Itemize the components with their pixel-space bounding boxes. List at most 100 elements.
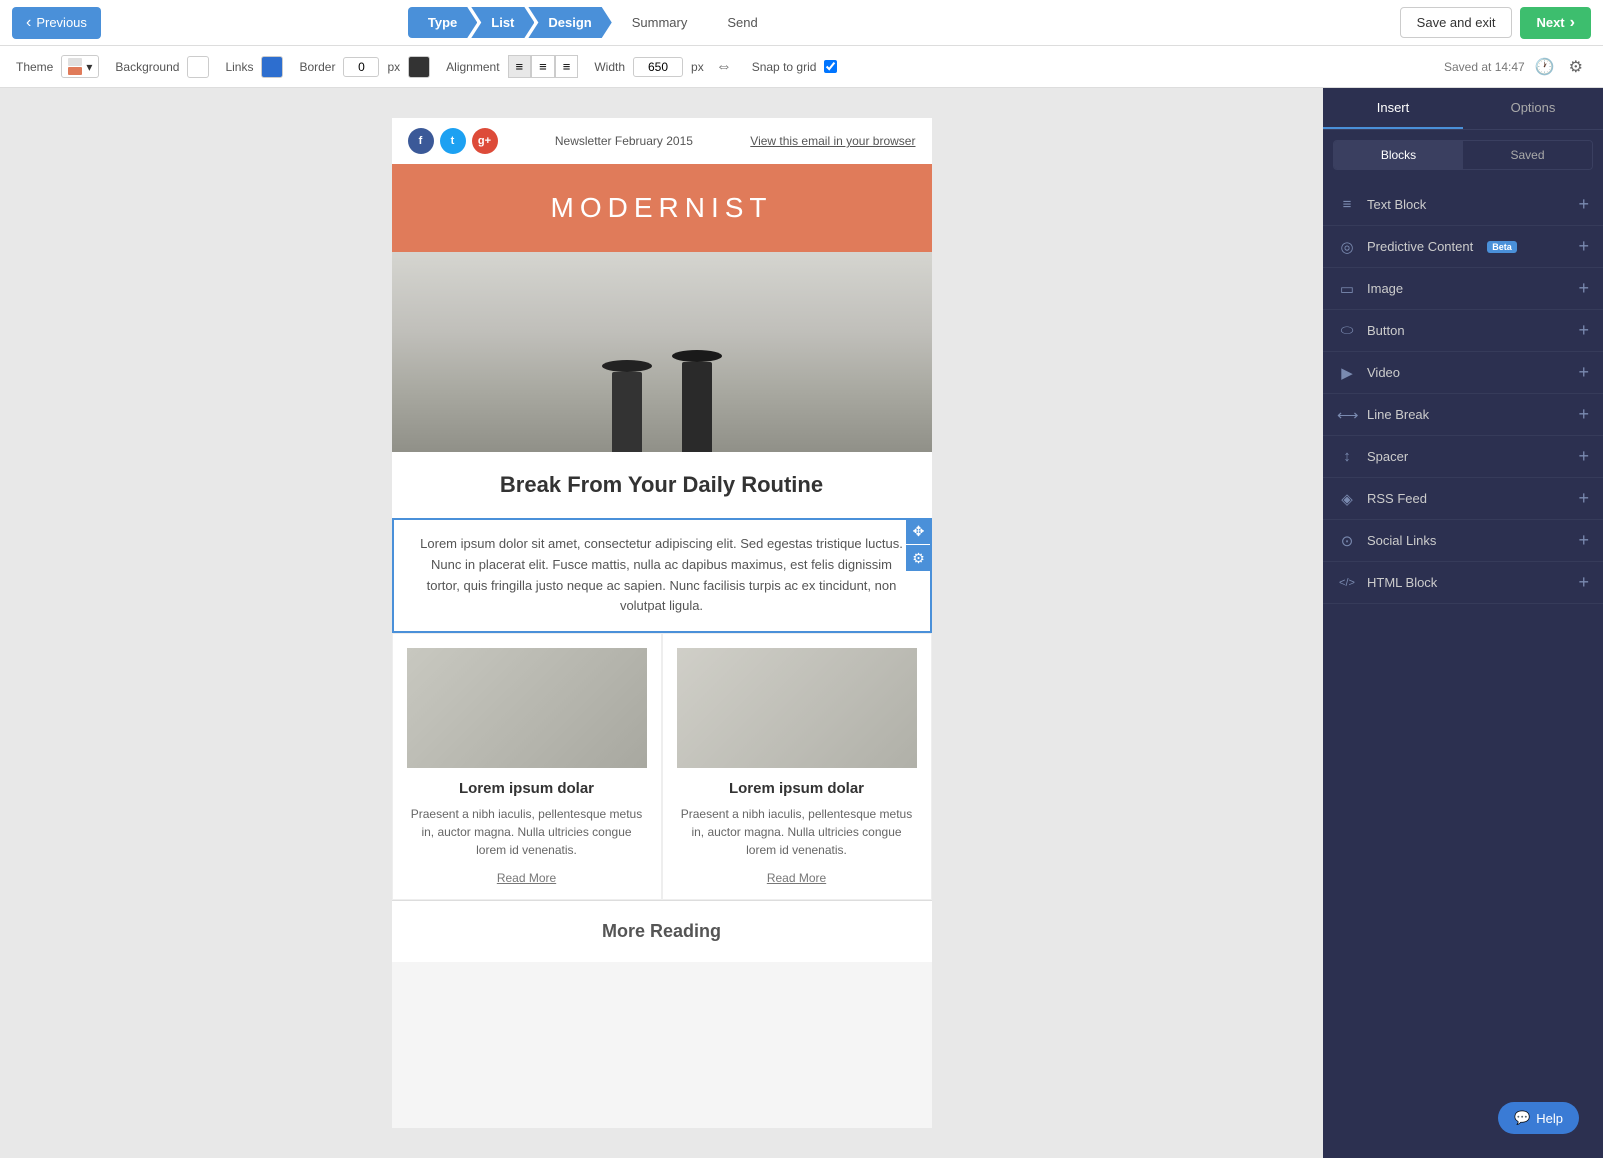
email-footer: More Reading: [392, 901, 932, 962]
block-item-left-rss: ◈ RSS Feed: [1337, 490, 1427, 508]
tab-saved[interactable]: Saved: [1463, 141, 1592, 169]
social-icon-block: ⊙: [1337, 532, 1357, 550]
alignment-label: Alignment: [446, 60, 499, 74]
sidebar: Insert Options Blocks Saved ≡ Text Block…: [1323, 88, 1603, 1158]
save-exit-button[interactable]: Save and exit: [1400, 7, 1513, 38]
text-block-label: Text Block: [1367, 197, 1426, 212]
col2-read-more-link[interactable]: Read More: [767, 871, 826, 885]
tab-insert[interactable]: Insert: [1323, 88, 1463, 129]
step-list[interactable]: List: [471, 7, 534, 38]
button-label: Button: [1367, 323, 1405, 338]
html-icon: </>: [1337, 577, 1357, 589]
history-icon[interactable]: 🕐: [1531, 55, 1559, 79]
theme-swatch-light: [68, 58, 82, 66]
block-item-left-social: ⊙ Social Links: [1337, 532, 1436, 550]
spacer-label: Spacer: [1367, 449, 1408, 464]
width-expand-button[interactable]: ⇔: [712, 56, 736, 78]
twitter-icon[interactable]: t: [440, 128, 466, 154]
nav-steps: Type List Design Summary Send: [412, 7, 778, 38]
border-unit: px: [387, 60, 400, 74]
block-item-spacer[interactable]: ↕ Spacer +: [1323, 436, 1603, 478]
top-nav: Previous Type List Design Summary Send S…: [0, 0, 1603, 46]
block-list: ≡ Text Block + ◎ Predictive Content Beta…: [1323, 180, 1603, 1078]
step-summary[interactable]: Summary: [612, 7, 708, 38]
align-right-button[interactable]: ≡: [555, 55, 579, 78]
width-group: Width px ⇔: [594, 56, 735, 78]
next-button[interactable]: Next: [1520, 7, 1591, 39]
block-item-left-predictive: ◎ Predictive Content Beta: [1337, 238, 1517, 256]
col1-read-more-link[interactable]: Read More: [497, 871, 556, 885]
step-send[interactable]: Send: [707, 7, 777, 38]
col2-title: Lorem ipsum dolar: [677, 780, 917, 797]
block-item-left-video: ▶ Video: [1337, 364, 1400, 382]
block-item-html[interactable]: </> HTML Block +: [1323, 562, 1603, 604]
block-item-rss[interactable]: ◈ RSS Feed +: [1323, 478, 1603, 520]
tab-options[interactable]: Options: [1463, 88, 1603, 129]
email-text-block[interactable]: Lorem ipsum dolor sit amet, consectetur …: [392, 518, 932, 633]
email-headline: Break From Your Daily Routine: [392, 452, 932, 518]
block-item-image[interactable]: ▭ Image +: [1323, 268, 1603, 310]
help-button[interactable]: 💬 Help: [1498, 1102, 1579, 1134]
rss-icon: ◈: [1337, 490, 1357, 508]
email-hero-image: [392, 252, 932, 452]
links-color-swatch[interactable]: [261, 56, 283, 78]
theme-group: Theme ▾: [16, 55, 99, 78]
block-item-left-image: ▭ Image: [1337, 280, 1403, 298]
block-item-predictive[interactable]: ◎ Predictive Content Beta +: [1323, 226, 1603, 268]
image-add-icon[interactable]: +: [1578, 278, 1589, 299]
email-columns: Lorem ipsum dolar Praesent a nibh iaculi…: [392, 633, 932, 900]
googleplus-icon[interactable]: g+: [472, 128, 498, 154]
line-break-label: Line Break: [1367, 407, 1429, 422]
col1-title: Lorem ipsum dolar: [407, 780, 647, 797]
block-item-text-block[interactable]: ≡ Text Block +: [1323, 184, 1603, 226]
snap-checkbox[interactable]: [824, 60, 837, 73]
block-item-button[interactable]: ⬭ Button +: [1323, 310, 1603, 352]
col2-image: [677, 648, 917, 768]
block-item-left-line-break: ⟷ Line Break: [1337, 406, 1429, 424]
block-item-social[interactable]: ⊙ Social Links +: [1323, 520, 1603, 562]
links-label: Links: [225, 60, 253, 74]
facebook-icon[interactable]: f: [408, 128, 434, 154]
width-label: Width: [594, 60, 625, 74]
rss-add-icon[interactable]: +: [1578, 488, 1589, 509]
spacer-add-icon[interactable]: +: [1578, 446, 1589, 467]
block-item-video[interactable]: ▶ Video +: [1323, 352, 1603, 394]
rss-label: RSS Feed: [1367, 491, 1427, 506]
block-item-line-break[interactable]: ⟷ Line Break +: [1323, 394, 1603, 436]
email-container: f t g+ Newsletter February 2015 View thi…: [392, 118, 932, 1128]
video-add-icon[interactable]: +: [1578, 362, 1589, 383]
view-email-link[interactable]: View this email in your browser: [750, 134, 915, 148]
align-left-button[interactable]: ≡: [508, 55, 532, 78]
tab-blocks[interactable]: Blocks: [1334, 141, 1463, 169]
text-block-add-icon[interactable]: +: [1578, 194, 1589, 215]
step-type[interactable]: Type: [408, 7, 477, 38]
theme-selector[interactable]: ▾: [61, 55, 99, 78]
line-break-add-icon[interactable]: +: [1578, 404, 1589, 425]
border-color-swatch[interactable]: [408, 56, 430, 78]
block-item-left-spacer: ↕ Spacer: [1337, 448, 1408, 465]
image-label: Image: [1367, 281, 1403, 296]
snap-group: Snap to grid: [752, 60, 838, 74]
width-input[interactable]: [633, 57, 683, 77]
background-group: Background: [115, 56, 209, 78]
col1-image: [407, 648, 647, 768]
social-label: Social Links: [1367, 533, 1436, 548]
block-tabs: Blocks Saved: [1333, 140, 1593, 170]
block-item-left-button: ⬭ Button: [1337, 322, 1405, 339]
block-settings-button[interactable]: ⚙: [906, 545, 932, 571]
html-add-icon[interactable]: +: [1578, 572, 1589, 593]
email-body-text: Lorem ipsum dolor sit amet, consectetur …: [420, 536, 903, 613]
snap-label: Snap to grid: [752, 60, 817, 74]
step-design[interactable]: Design: [528, 7, 611, 38]
previous-button[interactable]: Previous: [12, 7, 101, 39]
links-group: Links: [225, 56, 283, 78]
background-color-swatch[interactable]: [187, 56, 209, 78]
settings-icon[interactable]: ⚙: [1565, 55, 1587, 79]
border-input[interactable]: [343, 57, 379, 77]
align-center-button[interactable]: ≡: [531, 55, 555, 78]
predictive-add-icon[interactable]: +: [1578, 236, 1589, 257]
social-add-icon[interactable]: +: [1578, 530, 1589, 551]
button-add-icon[interactable]: +: [1578, 320, 1589, 341]
block-move-button[interactable]: ✥: [906, 518, 932, 544]
predictive-label: Predictive Content: [1367, 239, 1473, 254]
